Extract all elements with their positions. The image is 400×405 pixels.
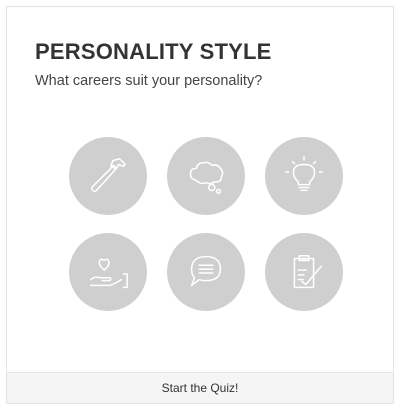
icon-circle-hammer [69,137,147,215]
clipboard-check-icon [293,254,323,289]
personality-quiz-card: PERSONALITY STYLE What careers suit your… [6,6,394,404]
icon-circle-hand-heart [69,233,147,311]
icon-circle-lightbulb [265,137,343,215]
start-quiz-button[interactable]: Start the Quiz! [7,372,393,403]
thought-bubble-icon [189,161,224,195]
start-quiz-label: Start the Quiz! [161,381,239,395]
speech-bubble-icon [190,255,222,287]
hammer-icon [90,157,127,193]
card-title: PERSONALITY STYLE [35,39,272,64]
hand-heart-icon [89,258,128,289]
icon-circle-clipboard [265,233,343,311]
lightbulb-icon [285,156,323,192]
personality-icon-grid [69,137,347,311]
card-subtitle: What careers suit your personality? [35,73,263,89]
icon-circle-speech [167,233,245,311]
icon-circle-thought [167,137,245,215]
